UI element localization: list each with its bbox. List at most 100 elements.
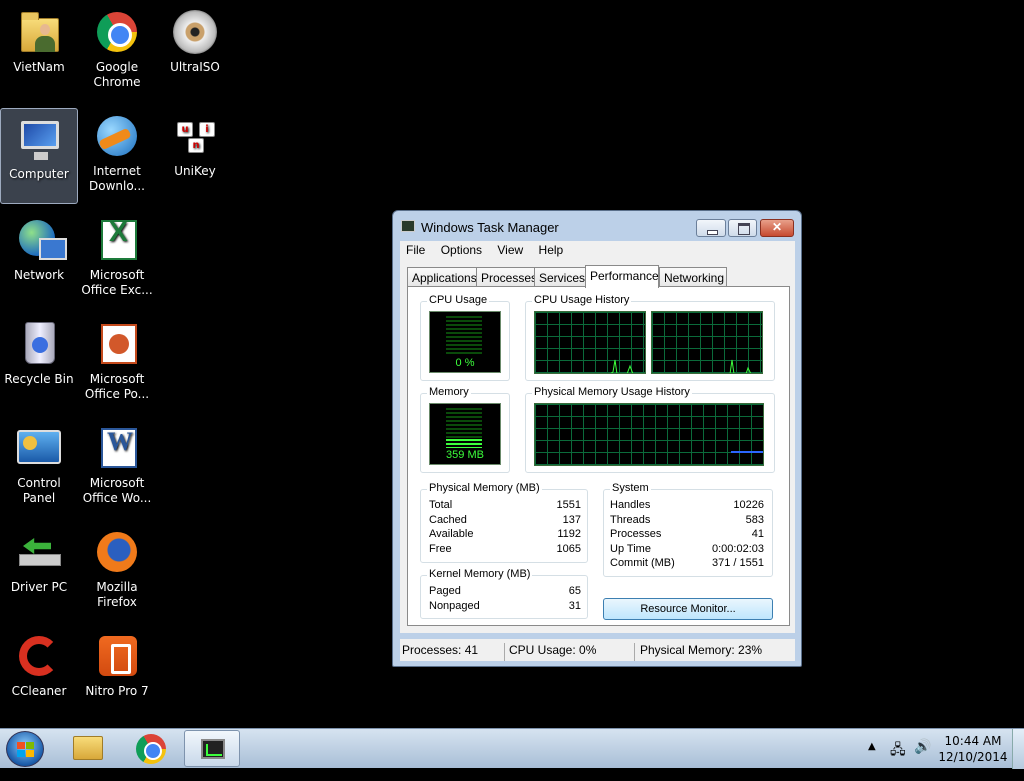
stat-row: Total 1551 (429, 499, 581, 511)
tab-services[interactable]: Services (534, 267, 586, 287)
cpu-usage-meter: 0 % (429, 311, 501, 373)
memory-history-label: Physical Memory Usage History (532, 386, 692, 398)
desktop-icon-unikey[interactable]: u i n UniKey (156, 106, 234, 202)
desktop-icon-label: Google Chrome (93, 60, 141, 89)
memory-value: 359 MB (446, 449, 484, 461)
control-panel-icon (15, 424, 63, 472)
stat-row: Commit (MB) 371 / 1551 (610, 557, 764, 569)
show-desktop-button[interactable] (1012, 729, 1024, 769)
desktop-icon-label: Control Panel (17, 476, 61, 505)
network-tray-icon[interactable]: 🖧 (890, 739, 906, 779)
kernel-memory-group: Kernel Memory (MB) Paged 65 Nonpaged 31 (420, 568, 588, 619)
desktop-icon-internet-download-manager[interactable]: Internet Downlo... (78, 106, 156, 202)
menu-options[interactable]: Options (435, 241, 488, 259)
status-processes: Processes: 41 (402, 643, 479, 657)
desktop-icon-recycle-bin[interactable]: Recycle Bin (0, 314, 78, 410)
cpu-meter-bars (446, 316, 482, 356)
desktop-icon-label: UniKey (174, 164, 216, 178)
performance-panel: CPU Usage 0 % CPU Usage History Memory 3… (407, 286, 790, 626)
desktop-icon-word[interactable]: Microsoft Office Wo... (78, 418, 156, 514)
stat-row: Available 1192 (429, 528, 581, 540)
taskbar-explorer[interactable] (60, 730, 116, 767)
stat-row: Nonpaged 31 (429, 600, 581, 612)
chrome-icon (93, 8, 141, 56)
volume-icon[interactable]: 🔊 (914, 739, 931, 779)
desktop-icon-label: Recycle Bin (4, 372, 74, 386)
desktop-icon-label: Microsoft Office Exc... (81, 268, 153, 297)
memory-history-group: Physical Memory Usage History (525, 386, 775, 473)
firefox-icon (93, 528, 141, 576)
disc-icon (171, 8, 219, 56)
stat-row: Paged 65 (429, 585, 581, 597)
tab-processes[interactable]: Processes (476, 267, 537, 287)
client-area: Applications Processes Services Performa… (400, 261, 795, 633)
word-icon (93, 424, 141, 472)
tab-networking[interactable]: Networking (659, 267, 727, 287)
desktop-icon-ultraiso[interactable]: UltraISO (156, 2, 234, 98)
menu-file[interactable]: File (400, 241, 431, 259)
system-group: System Handles 10226 Threads 583 Process… (603, 482, 773, 577)
memory-group: Memory 359 MB (420, 386, 510, 473)
desktop-icon-powerpoint[interactable]: Microsoft Office Po... (78, 314, 156, 410)
status-physical-memory: Physical Memory: 23% (640, 643, 763, 657)
desktop-icon-firefox[interactable]: Mozilla Firefox (78, 522, 156, 618)
folder-icon (73, 736, 103, 760)
cpu-history-graph-core1 (534, 311, 646, 374)
desktop-icon-ccleaner[interactable]: CCleaner (0, 626, 78, 722)
kernel-memory-label: Kernel Memory (MB) (427, 568, 533, 580)
cpu-usage-value: 0 % (455, 357, 475, 369)
desktop-icon-vietnam[interactable]: VietNam (0, 2, 78, 98)
memory-meter-fill (446, 438, 482, 448)
task-manager-window: Windows Task Manager File Options View H… (392, 210, 802, 667)
desktop-icon-google-chrome[interactable]: Google Chrome (78, 2, 156, 98)
cpu-history-graph-core2 (651, 311, 763, 374)
desktop-icon-computer[interactable]: Computer (0, 108, 78, 204)
desktop-icon-label: Computer (9, 167, 69, 181)
system-label: System (610, 482, 651, 494)
desktop-icon-driver-pc[interactable]: Driver PC (0, 522, 78, 618)
start-button[interactable] (6, 731, 44, 767)
show-hidden-icons-chevron-icon[interactable]: ▲ (868, 741, 876, 781)
unikey-icon: u i n (171, 112, 219, 160)
memory-meter: 359 MB (429, 403, 501, 465)
desktop: VietNam Google Chrome UltraISO Computer … (0, 0, 1024, 728)
menu-help[interactable]: Help (533, 241, 570, 259)
taskbar-chrome[interactable] (122, 730, 178, 767)
computer-icon (15, 115, 63, 163)
excel-icon (93, 216, 141, 264)
stat-row: Threads 583 (610, 514, 764, 526)
clock[interactable]: 10:44 AM 12/10/2014 (938, 733, 1008, 765)
desktop-icon-label: Network (13, 268, 65, 282)
clock-date: 12/10/2014 (938, 750, 1008, 764)
physical-memory-label: Physical Memory (MB) (427, 482, 542, 494)
stat-row: Free 1065 (429, 543, 581, 555)
driver-arrow-icon (15, 528, 63, 576)
desktop-icon-network[interactable]: Network (0, 210, 78, 306)
network-icon (15, 216, 67, 264)
cpu-history-group: CPU Usage History (525, 294, 775, 381)
menu-view[interactable]: View (491, 241, 529, 259)
desktop-icon-control-panel[interactable]: Control Panel (0, 418, 78, 514)
tab-performance[interactable]: Performance (585, 265, 659, 288)
desktop-icon-label: Mozilla Firefox (96, 580, 138, 609)
desktop-icon-nitro-pro[interactable]: Nitro Pro 7 (78, 626, 156, 722)
menu-bar: File Options View Help (400, 241, 795, 261)
taskbar-task-manager[interactable] (184, 730, 240, 767)
memory-history-graph (534, 403, 764, 466)
minimize-button[interactable] (696, 219, 726, 237)
taskbar: ▲ 🖧 🔊 10:44 AM 12/10/2014 (0, 728, 1024, 769)
desktop-icon-label: Microsoft Office Wo... (82, 476, 152, 505)
tab-applications[interactable]: Applications (407, 267, 477, 287)
chrome-icon (136, 734, 166, 764)
nitro-icon (93, 632, 141, 680)
title-bar[interactable]: Windows Task Manager (393, 211, 801, 241)
status-cpu-usage: CPU Usage: 0% (509, 643, 597, 657)
desktop-icon-excel[interactable]: Microsoft Office Exc... (78, 210, 156, 306)
memory-label: Memory (427, 386, 471, 398)
task-manager-app-icon (401, 220, 415, 232)
resource-monitor-button[interactable]: Resource Monitor... (603, 598, 773, 620)
maximize-button[interactable] (728, 219, 757, 237)
close-button[interactable] (760, 219, 794, 237)
ccleaner-icon (15, 632, 63, 680)
stat-row: Cached 137 (429, 514, 581, 526)
